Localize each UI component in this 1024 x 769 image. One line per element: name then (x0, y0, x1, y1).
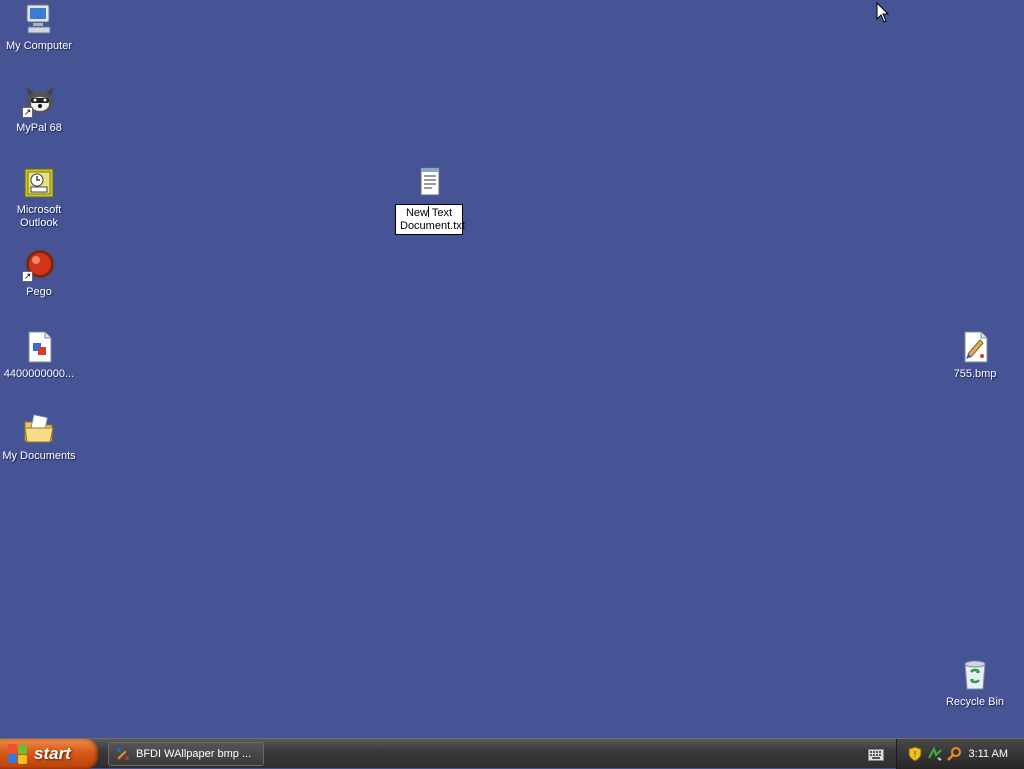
start-label: start (34, 744, 71, 763)
my-documents-label: My Documents (2, 450, 76, 462)
bmp-755-label: 755.bmp (953, 368, 997, 380)
desktop-icon-outlook[interactable]: Microsoft Outlook (0, 166, 78, 230)
desktop-icon-new-text-document[interactable]: New Text Document.txt (390, 166, 468, 235)
system-tray: ! 3:11 AM (896, 739, 1024, 769)
mypal-label: MyPal 68 (16, 122, 62, 134)
notepad-document-icon (412, 166, 446, 200)
security-shield-icon[interactable]: ! (907, 746, 923, 762)
shortcut-arrow-icon: ↗ (22, 271, 33, 282)
search-icon[interactable] (947, 746, 963, 762)
computer-icon (22, 2, 56, 36)
desktop-icon-mypal[interactable]: ↗ MyPal 68 (0, 84, 78, 135)
mouse-cursor-icon (876, 1, 890, 24)
network-icon[interactable] (927, 746, 943, 762)
taskbar-button-label: BFDI WAllpaper bmp ... (136, 748, 252, 760)
rename-text-before-caret: New (405, 207, 428, 219)
desktop-icon-recycle-bin[interactable]: Recycle Bin (936, 658, 1014, 709)
keyboard-icon[interactable] (868, 748, 884, 761)
folder-icon (22, 412, 56, 446)
desktop-icon-image-file[interactable]: 4400000000... (0, 330, 78, 381)
pego-label: Pego (26, 286, 52, 298)
rename-textbox[interactable]: New Text Document.txt (395, 204, 465, 235)
clock[interactable]: 3:11 AM (968, 748, 1008, 760)
desktop-icon-pego[interactable]: ↗ Pego (0, 248, 78, 299)
pego-icon: ↗ (22, 248, 56, 282)
recycle-bin-label: Recycle Bin (945, 696, 1005, 708)
desktop-icon-755-bmp[interactable]: 755.bmp (936, 330, 1014, 381)
mypal-browser-icon: ↗ (22, 84, 56, 118)
desktop-icon-my-documents[interactable]: My Documents (0, 412, 78, 463)
svg-text:!: ! (913, 750, 916, 759)
windows-logo-icon (8, 744, 28, 764)
my-computer-label: My Computer (5, 40, 73, 52)
image-file-icon (22, 330, 56, 364)
image-file-label: 4400000000... (3, 368, 75, 380)
outlook-icon (22, 166, 56, 200)
shortcut-arrow-icon: ↗ (22, 107, 33, 118)
outlook-label: Microsoft Outlook (16, 204, 62, 229)
taskbar: start BFDI WAllpaper bmp ... ! 3:11 AM (0, 738, 1024, 769)
taskbar-button-bfdi-wallpaper[interactable]: BFDI WAllpaper bmp ... (108, 742, 264, 766)
desktop-icon-my-computer[interactable]: My Computer (0, 2, 78, 53)
desktop[interactable]: My Computer ↗ MyPal 68 Microsoft Outlook… (0, 0, 1024, 738)
recycle-bin-icon (958, 658, 992, 692)
start-button[interactable]: start (0, 739, 98, 769)
paint-bitmap-icon (958, 330, 992, 364)
paint-app-icon (116, 748, 129, 761)
